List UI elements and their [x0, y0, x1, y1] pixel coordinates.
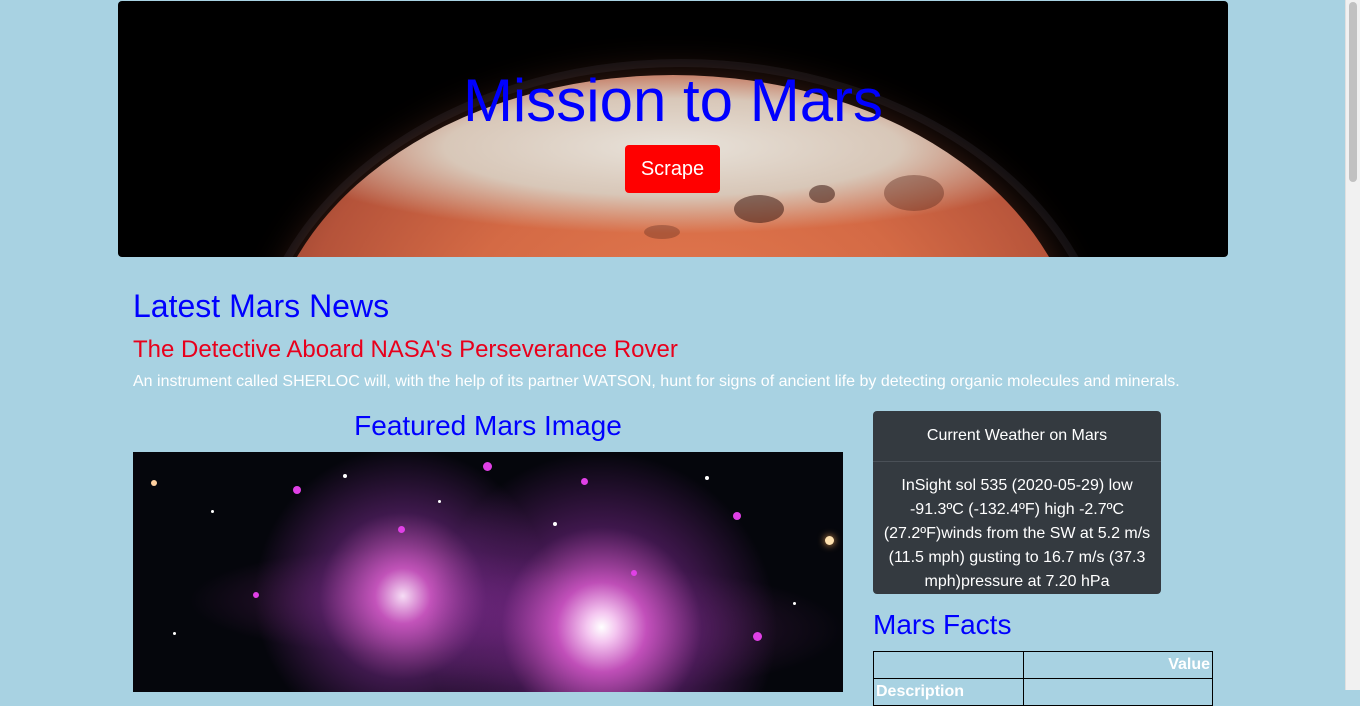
scrollbar-thumb[interactable]	[1349, 2, 1357, 182]
featured-mars-image	[133, 452, 843, 692]
mars-facts-heading: Mars Facts	[873, 609, 1012, 640]
featured-image-heading: Featured Mars Image	[354, 410, 622, 441]
news-title: The Detective Aboard NASA's Perseverance…	[133, 336, 678, 363]
vertical-scrollbar[interactable]	[1345, 0, 1360, 690]
jumbotron-header: Mission to Mars Scrape	[118, 1, 1228, 257]
table-header-cell: Value	[1023, 651, 1213, 679]
weather-card: Current Weather on Mars InSight sol 535 …	[873, 411, 1161, 594]
table-cell: Description	[873, 678, 1024, 706]
table-header-row: Value	[873, 651, 1213, 679]
page-title: Mission to Mars	[462, 67, 884, 134]
scrape-button[interactable]: Scrape	[625, 145, 720, 193]
news-paragraph: An instrument called SHERLOC will, with …	[133, 373, 1180, 390]
weather-text: InSight sol 535 (2020-05-29) low -91.3ºC…	[883, 477, 1151, 590]
table-row: Description	[873, 678, 1213, 706]
table-header-cell	[873, 651, 1024, 679]
table-cell	[1023, 678, 1213, 706]
latest-news-heading: Latest Mars News	[133, 288, 390, 324]
mars-facts-table: Value Description	[873, 651, 1213, 706]
weather-card-header: Current Weather on Mars	[873, 411, 1161, 462]
